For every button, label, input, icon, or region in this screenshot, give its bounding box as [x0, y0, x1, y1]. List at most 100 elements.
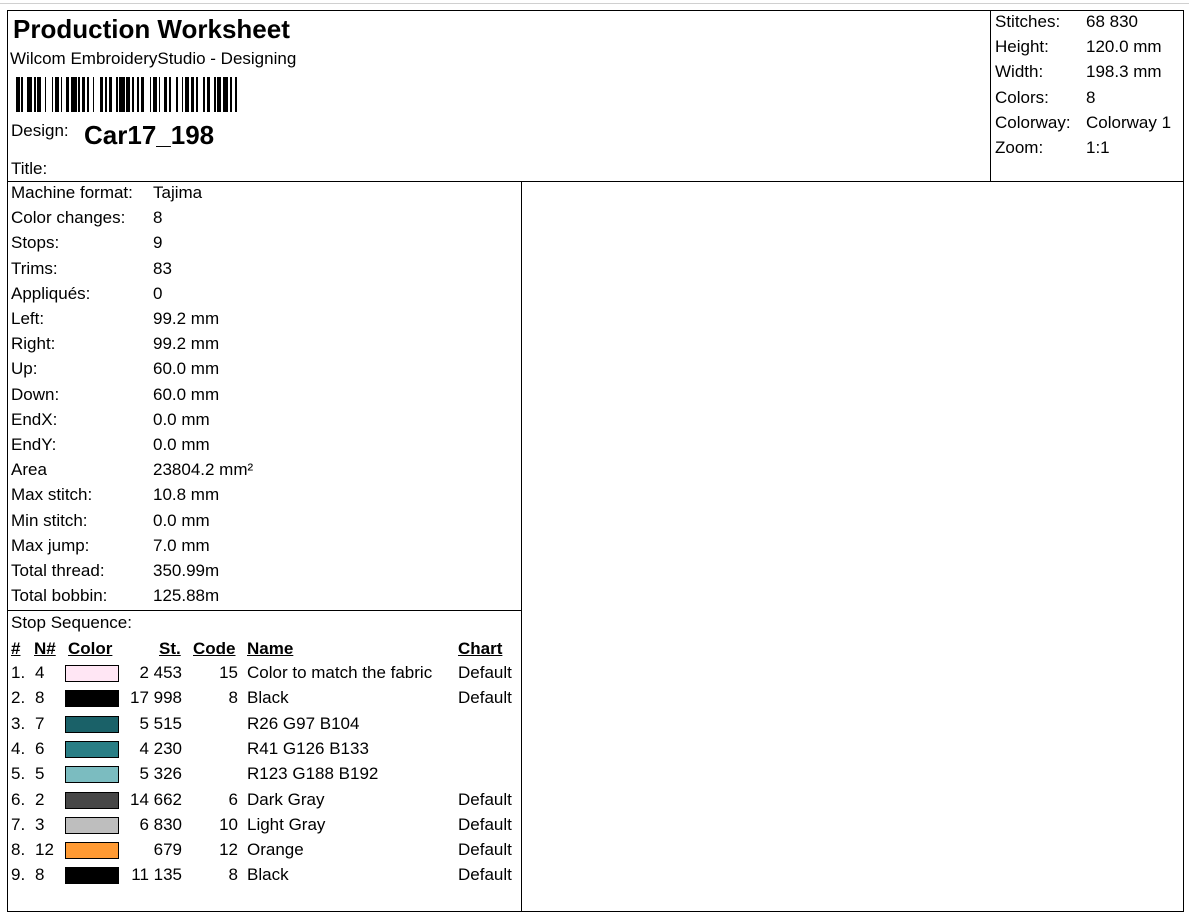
- detail-label: Total bobbin:: [11, 586, 108, 606]
- summary-row: Colors: 8: [995, 88, 1096, 107]
- detail-value: 350.99m: [153, 561, 220, 580]
- needle-number: 12: [35, 840, 54, 860]
- detail-label: Max jump:: [11, 535, 90, 555]
- thread-name: Orange: [247, 840, 304, 860]
- summary-row: Height: 120.0 mm: [995, 37, 1162, 56]
- thread-name: Black: [247, 688, 289, 708]
- detail-label: Down:: [11, 384, 60, 404]
- needle-number: 8: [35, 865, 45, 885]
- thread-code: 8: [228, 688, 238, 708]
- detail-label: Min stitch:: [11, 510, 88, 530]
- page-subtitle: Wilcom EmbroideryStudio - Designing: [10, 49, 297, 68]
- stop-sequence-row: 7. 3 6 830 10 Light Gray Default: [8, 815, 521, 840]
- stop-number: 4.: [11, 738, 26, 758]
- thread-chart: Default: [458, 814, 512, 834]
- title-label: Title:: [11, 159, 48, 178]
- design-name: Car17_198: [84, 120, 215, 150]
- col-header-name: Name: [247, 639, 294, 658]
- barcode: [16, 77, 241, 112]
- page-title: Production Worksheet: [13, 14, 290, 44]
- detail-label: Total thread:: [11, 561, 105, 580]
- design-details: Machine format: Tajima Color changes: 8 Stop…: [8, 182, 522, 611]
- thread-code: 12: [219, 840, 238, 860]
- col-header-color: Color: [68, 639, 113, 658]
- thread-code: 6: [228, 789, 238, 809]
- stitch-count: 17 998: [130, 688, 182, 708]
- detail-value: 7.0 mm: [153, 535, 210, 555]
- detail-value: 99.2 mm: [153, 334, 220, 354]
- stop-number: 1.: [11, 663, 26, 682]
- stitch-count: 5 326: [139, 764, 182, 784]
- thread-name: Color to match the fabric: [247, 663, 433, 682]
- worksheet-header: Production Worksheet Wilcom EmbroiderySt…: [8, 11, 1183, 182]
- detail-label: Right:: [11, 334, 56, 354]
- detail-label: Max stitch:: [11, 485, 93, 505]
- summary-row: Colorway: Colorway 1: [995, 113, 1172, 132]
- summary-box: Stitches: 68 830 Height: 120.0 mm Width: 19…: [990, 11, 1184, 181]
- needle-number: 6: [35, 738, 45, 758]
- col-header-stitches: St.: [159, 639, 181, 658]
- thread-name: R26 G97 B104: [247, 713, 360, 733]
- stop-sequence-row: 5. 5 5 326 R123 G188 B192: [8, 764, 521, 789]
- color-swatch: [65, 867, 119, 885]
- detail-value: 99.2 mm: [153, 309, 220, 328]
- detail-label: EndY:: [11, 435, 57, 454]
- stop-sequence-row: 4. 6 4 230 R41 G126 B133: [8, 739, 521, 764]
- needle-number: 2: [35, 789, 45, 809]
- stitch-count: 5 515: [139, 713, 182, 733]
- thread-name: R123 G188 B192: [247, 764, 379, 784]
- detail-label: Up:: [11, 359, 38, 379]
- stop-number: 7.: [11, 814, 26, 834]
- stitch-count: 4 230: [139, 738, 182, 758]
- detail-value: 125.88m: [153, 586, 220, 606]
- thread-code: 15: [219, 663, 238, 682]
- summary-row: Stitches: 68 830: [995, 12, 1138, 31]
- design-label: Design:: [11, 121, 69, 140]
- color-swatch: [65, 715, 119, 733]
- stitch-count: 14 662: [130, 789, 182, 809]
- stitch-count: 6 830: [139, 814, 182, 834]
- needle-number: 8: [35, 688, 45, 708]
- thread-chart: Default: [458, 663, 512, 682]
- detail-label: Appliqués:: [11, 283, 91, 303]
- thread-chart: Default: [458, 840, 512, 860]
- stitch-count: 2 453: [139, 663, 182, 682]
- stop-number: 6.: [11, 789, 26, 809]
- detail-value: 0.0 mm: [153, 510, 210, 530]
- needle-number: 3: [35, 814, 45, 834]
- stitch-count: 679: [153, 840, 182, 860]
- detail-value: 83: [153, 258, 172, 278]
- production-worksheet: Production Worksheet Wilcom EmbroiderySt…: [7, 10, 1184, 912]
- needle-number: 4: [35, 663, 45, 682]
- top-border: [0, 0, 1189, 4]
- detail-label: Trims:: [11, 258, 58, 278]
- detail-value: 8: [153, 208, 163, 228]
- detail-label: Machine format:: [11, 183, 133, 202]
- thread-chart: Default: [458, 865, 512, 885]
- detail-value: 9: [153, 233, 163, 253]
- stop-sequence-row: 9. 8 11 135 8 Black Default: [8, 865, 521, 890]
- col-header-number: #: [11, 639, 21, 658]
- stop-number: 2.: [11, 688, 26, 708]
- detail-label: Color changes:: [11, 208, 126, 228]
- summary-row: Zoom: 1:1: [995, 138, 1110, 157]
- stop-sequence-row: 6. 2 14 662 6 Dark Gray Default: [8, 790, 521, 815]
- detail-label: Stops:: [11, 233, 60, 253]
- detail-value: 60.0 mm: [153, 384, 220, 404]
- stop-number: 5.: [11, 764, 26, 784]
- thread-name: Light Gray: [247, 814, 326, 834]
- col-header-needle: N#: [34, 639, 56, 658]
- detail-label: EndX:: [11, 409, 58, 429]
- detail-value: 0.0 mm: [153, 409, 210, 429]
- stop-sequence-row: 8. 12 679 12 Orange Default: [8, 840, 521, 865]
- summary-row: Width: 198.3 mm: [995, 62, 1162, 81]
- col-header-chart: Chart: [458, 639, 503, 658]
- color-swatch: [65, 690, 119, 708]
- detail-value: 0.0 mm: [153, 435, 210, 454]
- color-swatch: [65, 791, 119, 809]
- color-swatch: [65, 816, 119, 834]
- stop-sequence: Stop Sequence: # N# Color St. Code Name …: [8, 611, 522, 911]
- stitch-count: 11 135: [131, 865, 182, 885]
- color-swatch: [65, 740, 119, 758]
- needle-number: 5: [35, 764, 45, 784]
